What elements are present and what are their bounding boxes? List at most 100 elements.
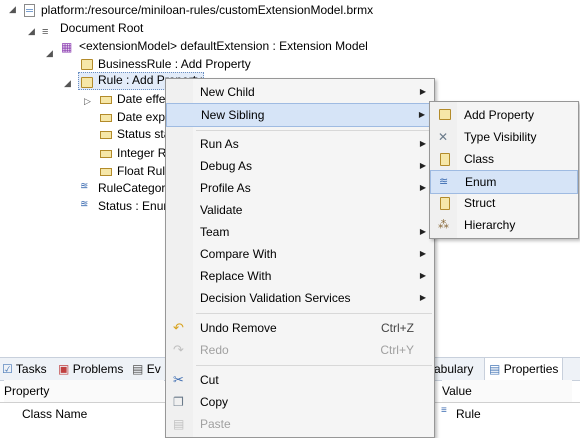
tree-document-root[interactable]: Document Root <box>60 18 143 38</box>
problems-icon: ▣ <box>58 362 70 376</box>
class-icon <box>440 153 450 166</box>
submenu-item-type-visibility[interactable]: ✕ Type Visibility <box>430 126 578 148</box>
ev-icon: ▤ <box>132 362 144 376</box>
menu-item-decision-validation[interactable]: Decision Validation Services ▶ <box>166 287 434 309</box>
tree-status[interactable]: Status : Enum <box>98 196 173 216</box>
expand-arrow-icon[interactable]: ▷ <box>84 96 91 107</box>
tab-tasks[interactable]: ☑ Tasks <box>2 358 47 380</box>
submenu-item-enum[interactable]: ≊ Enum <box>430 170 578 194</box>
menu-item-new-child[interactable]: New Child ▶ <box>166 81 434 103</box>
menu-separator <box>196 130 432 131</box>
paste-icon: ▤ <box>173 417 185 431</box>
undo-icon: ↶ <box>173 320 184 335</box>
col-header-value[interactable]: Value <box>442 380 572 402</box>
menu-item-profile-as[interactable]: Profile As ▶ <box>166 177 434 199</box>
menu-item-shortcut: Ctrl+Y <box>380 343 414 357</box>
submenu-arrow-icon: ▶ <box>419 227 426 236</box>
menu-item-team[interactable]: Team ▶ <box>166 221 434 243</box>
tab-properties-label: Properties <box>503 362 559 376</box>
submenu-arrow-icon: ▶ <box>419 271 426 280</box>
menu-item-shortcut: Ctrl+Z <box>381 321 414 335</box>
menu-item-undo-remove[interactable]: ↶ Undo Remove Ctrl+Z <box>166 317 434 339</box>
menu-item-label: Paste <box>200 417 231 431</box>
menu-item-label: Type Visibility <box>464 130 537 144</box>
menu-item-replace-with[interactable]: Replace With ▶ <box>166 265 434 287</box>
submenu-arrow-icon: ▶ <box>419 293 426 302</box>
menu-item-new-sibling[interactable]: New Sibling ▶ <box>166 103 434 127</box>
menu-item-label: Struct <box>464 196 496 210</box>
collapse-arrow-icon[interactable]: ◢ <box>64 78 71 89</box>
menu-item-label: New Sibling <box>201 108 265 122</box>
tree-rule-child[interactable]: Date effe <box>117 89 165 109</box>
hierarchy-icon: ⁂ <box>438 219 449 231</box>
tab-properties[interactable]: ▤ Properties <box>484 358 564 380</box>
add-property-icon <box>439 109 451 120</box>
menu-item-label: Add Property <box>464 108 535 122</box>
collapse-arrow-icon[interactable]: ◢ <box>28 26 35 37</box>
menu-item-run-as[interactable]: Run As ▶ <box>166 133 434 155</box>
property-icon <box>100 150 112 158</box>
struct-icon <box>440 197 450 210</box>
new-sibling-submenu: Add Property ✕ Type Visibility Class ≊ E… <box>429 101 579 239</box>
tree-file-path[interactable]: platform:/resource/miniloan-rules/custom… <box>41 0 373 20</box>
submenu-arrow-icon: ▶ <box>418 110 425 119</box>
property-icon <box>100 114 112 122</box>
menu-item-label: Debug As <box>200 159 253 173</box>
tab-ev-label: Ev <box>146 362 161 376</box>
submenu-arrow-icon: ▶ <box>419 139 426 148</box>
property-value-cell[interactable]: Rule <box>456 404 481 424</box>
properties-icon: ▤ <box>489 362 501 376</box>
tasks-icon: ☑ <box>2 362 13 376</box>
tab-tasks-label: Tasks <box>15 362 47 376</box>
menu-item-paste[interactable]: ▤ Paste <box>166 413 434 435</box>
menu-item-validate[interactable]: Validate <box>166 199 434 221</box>
rule-icon <box>81 77 93 88</box>
submenu-arrow-icon: ▶ <box>419 249 426 258</box>
property-icon <box>100 168 112 176</box>
submenu-arrow-icon: ▶ <box>419 183 426 192</box>
menu-item-label: Hierarchy <box>464 218 516 232</box>
copy-icon: ❐ <box>173 395 184 409</box>
menu-item-label: Team <box>200 225 230 239</box>
property-name-cell[interactable]: Class Name <box>22 404 87 424</box>
submenu-item-class[interactable]: Class <box>430 148 578 170</box>
tree-rule-child[interactable]: Status sta <box>117 124 170 144</box>
menu-item-label: Validate <box>200 203 243 217</box>
tab-problems-label: Problems <box>72 362 124 376</box>
menu-item-cut[interactable]: ✂ Cut <box>166 369 434 391</box>
tab-problems[interactable]: ▣ Problems <box>58 358 123 380</box>
menu-item-copy[interactable]: ❐ Copy <box>166 391 434 413</box>
submenu-arrow-icon: ▶ <box>419 87 426 96</box>
menu-item-label: Run As <box>200 137 239 151</box>
submenu-item-hierarchy[interactable]: ⁂ Hierarchy <box>430 214 578 236</box>
cut-icon: ✂ <box>173 372 184 387</box>
class-icon: ≡ <box>441 405 447 416</box>
tree-rule-category[interactable]: RuleCategory <box>98 178 171 198</box>
submenu-arrow-icon: ▶ <box>419 161 426 170</box>
type-visibility-icon: ✕ <box>438 130 449 144</box>
submenu-item-struct[interactable]: Struct <box>430 192 578 214</box>
menu-item-label: Copy <box>200 395 229 409</box>
menu-item-compare-with[interactable]: Compare With ▶ <box>166 243 434 265</box>
document-root-icon: ≡ <box>42 26 49 38</box>
redo-icon: ↷ <box>173 342 184 357</box>
menu-item-redo[interactable]: ↷ Redo Ctrl+Y <box>166 339 434 361</box>
col-header-property[interactable]: Property <box>4 380 164 402</box>
submenu-item-add-property[interactable]: Add Property <box>430 104 578 126</box>
menu-item-label: Redo <box>200 343 229 357</box>
collapse-arrow-icon[interactable]: ◢ <box>46 48 53 59</box>
menu-item-debug-as[interactable]: Debug As ▶ <box>166 155 434 177</box>
menu-item-label: Compare With <box>200 247 277 261</box>
tab-ev[interactable]: ▤ Ev <box>132 358 161 380</box>
enum-icon: ≊ <box>80 199 89 210</box>
menu-item-label: Profile As <box>200 181 251 195</box>
tree-rule-child[interactable]: Integer R <box>117 143 166 163</box>
context-menu: New Child ▶ New Sibling ▶ Run As ▶ Debug… <box>165 78 435 438</box>
menu-item-label: Undo Remove <box>200 321 277 335</box>
menu-item-label: Cut <box>200 373 219 387</box>
extension-model-icon: ▦ <box>61 40 73 54</box>
menu-item-label: Decision Validation Services <box>200 291 351 305</box>
tree-extension-model[interactable]: <extensionModel> defaultExtension : Exte… <box>79 36 368 56</box>
collapse-arrow-icon[interactable]: ◢ <box>9 4 16 15</box>
property-icon <box>100 131 112 139</box>
